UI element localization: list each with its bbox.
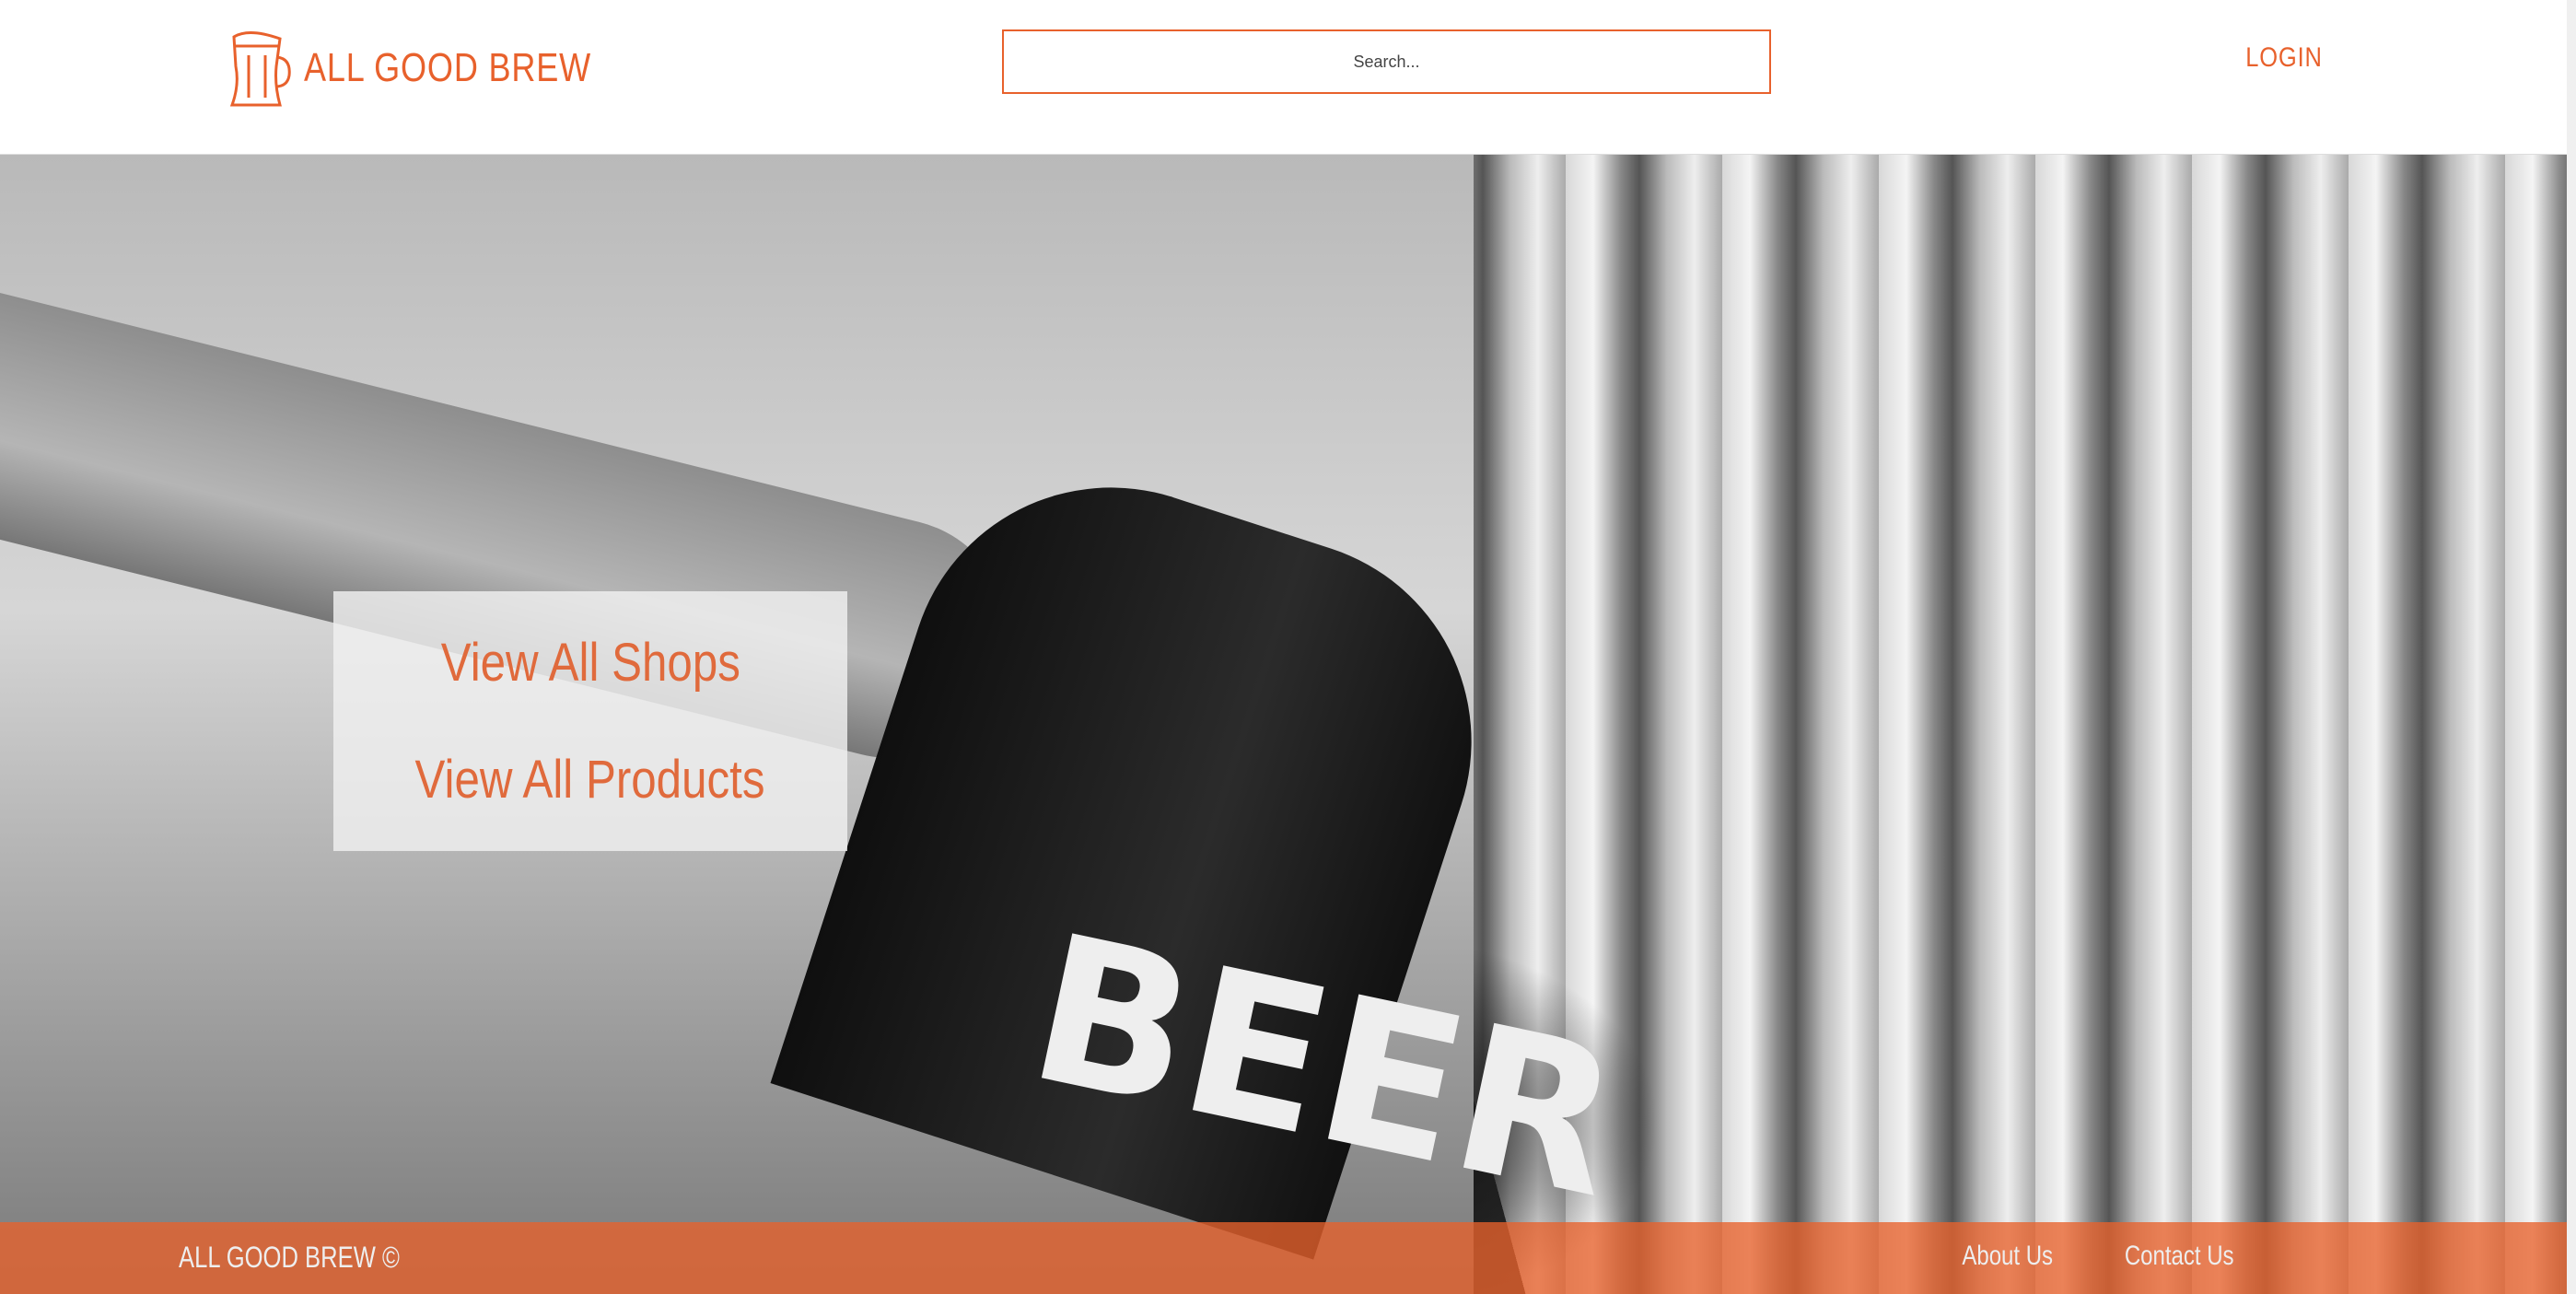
footer-brand: ALL GOOD BREW © — [179, 1241, 400, 1274]
header: ALL GOOD BREW LOGIN — [0, 0, 2567, 155]
footer: ALL GOOD BREW © About Us Contact Us — [0, 1222, 2567, 1294]
login-button[interactable]: LOGIN — [2237, 42, 2331, 74]
search-input[interactable] — [1002, 29, 1771, 94]
brand-name: ALL GOOD BREW — [304, 45, 592, 90]
contact-us-link[interactable]: Contact Us — [2124, 1241, 2233, 1272]
hero-menu: View All Shops View All Products — [333, 591, 847, 851]
footer-links: About Us Contact Us — [1951, 1241, 2247, 1272]
beer-mug-icon — [230, 31, 291, 107]
view-all-shops-link[interactable]: View All Shops — [440, 632, 740, 694]
scrollbar[interactable] — [2567, 0, 2576, 1294]
logo[interactable]: ALL GOOD BREW — [230, 29, 655, 107]
view-all-products-link[interactable]: View All Products — [415, 749, 765, 810]
hero-banner: BEER View All Shops View All Products — [0, 155, 2567, 1294]
about-us-link[interactable]: About Us — [1963, 1241, 2054, 1272]
